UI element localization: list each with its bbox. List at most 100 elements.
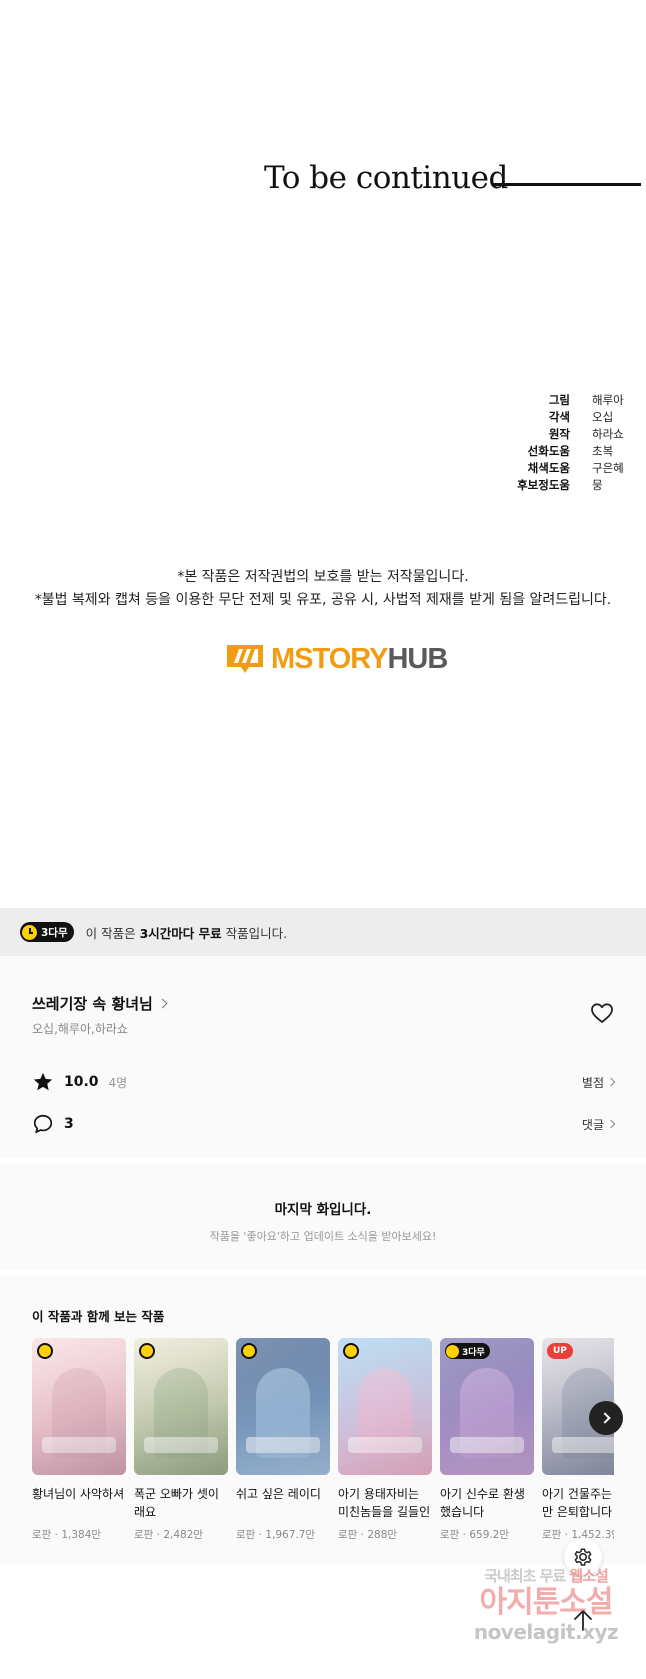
credit-row: 선화도움 초복 [482,442,632,459]
credit-role: 그림 [548,392,570,407]
work-title: 쓰레기장 속 황녀님 [32,995,153,1013]
recommendation-meta: 로판 · 1,384만 [32,1529,102,1541]
credit-role: 채색도움 [527,460,570,475]
comments-link-label: 댓글 [581,1117,604,1132]
publisher-logo-icon [227,645,263,673]
heart-icon[interactable] [590,1002,614,1024]
chevron-right-icon [598,1412,611,1424]
free-banner: 3다무 이 작품은 3시간마다 무료 작품입니다. [0,908,646,956]
watermark-line1-a: 국내최초 무료 [484,1567,570,1585]
publisher-logo-text-b: HUB [387,642,448,675]
watermark-line2: 아지툰소설 [479,1585,614,1620]
recommendation-card[interactable]: UP아기 건물주는 이만 은퇴합니다로판 · 1,452.3만 [542,1338,614,1542]
recommendation-card[interactable]: 쉬고 싶은 레이디로판 · 1,967.7만 [236,1338,330,1542]
recommendation-card[interactable]: 아기 용태자비는 미친놈들을 길들인다로판 · 288만 [338,1338,432,1542]
free-banner-text: 이 작품은 3시간마다 무료 작품입니다. [86,923,287,942]
credit-row: 그림 해루아 [482,391,632,408]
recommendation-card[interactable]: 황녀님이 사악하셔로판 · 1,384만 [32,1338,126,1542]
free-badge-label: 3다무 [41,926,68,939]
chevron-right-icon [157,998,168,1009]
watermark-line1: 국내최초 무료 웹소설 [446,1565,646,1586]
comic-end-page: To be continued 그림 해루아 각색 오십 원작 하라쇼 선화도움… [0,0,646,908]
recommendation-title: 아기 용태자비는 미친놈들을 길들인다 [338,1487,431,1519]
recommendation-title: 아기 건물주는 이만 은퇴합니다 [542,1487,614,1519]
recommendation-meta: 로판 · 288만 [338,1529,398,1541]
clock-icon [446,1344,459,1358]
clock-icon [343,1343,359,1359]
to-be-continued-line [493,183,641,186]
free-badge-label: 3다무 [462,1347,485,1358]
recommendation-cover [338,1338,432,1475]
rating-count: 4명 [108,1075,128,1090]
work-title-link[interactable]: 쓰레기장 속 황녀님 [32,993,168,1014]
settings-button[interactable] [564,1538,602,1576]
carousel-next-button[interactable] [589,1401,623,1435]
up-badge: UP [547,1343,573,1359]
credit-role: 선화도움 [527,443,570,458]
credit-row: 후보정도움 뭉 [482,476,632,493]
credit-role: 후보정도움 [517,477,570,492]
recommendation-title: 쉬고 싶은 레이디 [236,1487,321,1501]
recommendation-title: 황녀님이 사악하셔 [32,1487,125,1501]
free-banner-bold: 3시간마다 무료 [139,925,222,941]
free-banner-suffix: 작품입니다. [221,925,288,941]
recommendation-meta: 로판 · 1,967.7만 [236,1529,316,1541]
publisher-logo: MSTORYHUB [225,641,448,677]
recommendations-title: 이 작품과 함께 보는 작품 [32,1309,165,1324]
last-episode-notice: 마지막 화입니다. 작품을 '좋아요'하고 업데이트 소식을 받아보세요! [0,1164,646,1270]
recommendation-meta: 로판 · 2,482만 [134,1529,204,1541]
recommendation-title: 아기 신수로 환생했습니다 [440,1487,525,1519]
work-info: 쓰레기장 속 황녀님 오십,해루아,하라쇼 10.0 4명 별점 3 댓글 [0,956,646,1158]
free-badge: 3다무 [445,1343,490,1359]
credit-name: 초복 [592,443,614,458]
credit-role: 각색 [548,409,570,424]
free-badge: 3다무 [20,922,74,942]
recommendation-cover [236,1338,330,1475]
recommendation-cover [134,1338,228,1475]
rating-link[interactable]: 별점 [581,1074,616,1091]
gear-icon [574,1548,592,1566]
last-episode-title: 마지막 화입니다. [274,1202,372,1218]
credit-row: 각색 오십 [482,408,632,425]
credit-name: 하라쇼 [592,426,624,441]
staff-credits: 그림 해루아 각색 오십 원작 하라쇼 선화도움 초복 채색도움 구은혜 후보정… [482,391,632,493]
recommendation-meta: 로판 · 659.2만 [440,1529,510,1541]
copyright-notice-line: *본 작품은 저작권법의 보호를 받는 저작물입니다. [177,569,469,585]
rating-row: 10.0 4명 별점 [32,1070,616,1094]
star-icon [33,1072,53,1091]
comment-count: 3 [64,1116,74,1132]
credit-name: 구은혜 [592,460,624,475]
credit-row: 원작 하라쇼 [482,425,632,442]
recommendation-card[interactable]: 3다무아기 신수로 환생했습니다로판 · 659.2만 [440,1338,534,1542]
recommendation-cover [32,1338,126,1475]
site-watermark: 국내최초 무료 웹소설 아지툰소설 novelagit.xyz [446,1565,646,1644]
scroll-top-button[interactable] [564,1601,602,1639]
credit-name: 오십 [592,409,614,424]
recommendation-card[interactable]: 폭군 오빠가 셋이래요로판 · 2,482만 [134,1338,228,1542]
credit-row: 채색도움 구은혜 [482,459,632,476]
comment-bubble-icon [33,1114,53,1134]
credit-name: 해루아 [592,392,624,407]
work-authors: 오십,해루아,하라쇼 [32,1022,128,1036]
watermark-line3: novelagit.xyz [473,1620,619,1644]
rating-value: 10.0 [64,1074,99,1090]
comment-row: 3 댓글 [32,1112,616,1136]
recommendations-section: 이 작품과 함께 보는 작품 황녀님이 사악하셔 로판 · 1,384만 폭군 오빠… [0,1276,646,1564]
chevron-right-icon [606,1119,616,1129]
to-be-continued-text: To be continued [264,160,508,196]
publisher-logo-text: MSTORYHUB [271,642,448,676]
copyright-notice-line: *불법 복제와 캡쳐 등을 이용한 무단 전제 및 유포, 공유 시, 사법적 … [34,592,612,608]
recommendation-cover: 3다무 [440,1338,534,1475]
clock-icon [241,1343,257,1359]
copyright-notice: *본 작품은 저작권법의 보호를 받는 저작물입니다. *불법 복제와 캡쳐 등… [0,566,646,612]
rating-link-label: 별점 [581,1075,604,1090]
credit-name: 뭉 [592,477,603,492]
comments-link[interactable]: 댓글 [581,1116,616,1133]
clock-icon [22,924,37,940]
clock-icon [37,1343,53,1359]
chevron-right-icon [606,1077,616,1087]
last-episode-subtitle: 작품을 '좋아요'하고 업데이트 소식을 받아보세요! [209,1230,437,1243]
recommendation-list[interactable]: 황녀님이 사악하셔 로판 · 1,384만 폭군 오빠가 셋이래요 로판 · 2,48… [32,1338,614,1548]
recommendation-title: 폭군 오빠가 셋이래요 [134,1487,219,1519]
credit-role: 원작 [548,426,570,441]
